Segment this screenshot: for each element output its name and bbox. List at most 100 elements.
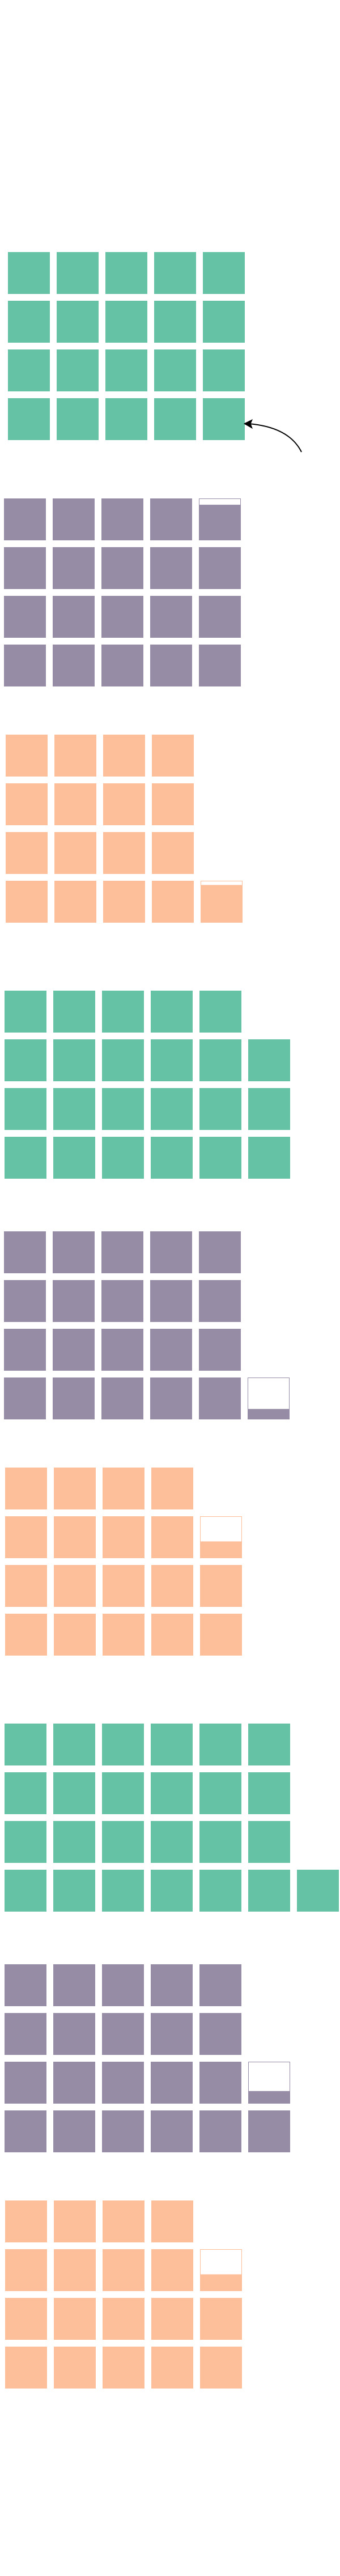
waffle-cell [151, 1516, 193, 1558]
waffle-cell [54, 783, 96, 825]
waffle-cell [102, 2062, 144, 2104]
waffle-cell [199, 2110, 241, 2152]
waffle-cell [53, 547, 95, 589]
waffle-cell [248, 1772, 290, 1814]
waffle-cell [199, 991, 241, 1033]
waffle-cell [101, 1231, 143, 1273]
waffle-cell [5, 1516, 47, 1558]
waffle-chart-5 [4, 1231, 290, 1419]
waffle-cell [53, 991, 95, 1033]
waffle-cell [151, 991, 193, 1033]
waffle-cell [203, 398, 245, 440]
waffle-cell [152, 735, 194, 777]
waffle-cell [103, 2249, 144, 2291]
waffle-cell-partial [248, 1409, 290, 1419]
waffle-cell-partial [199, 505, 241, 540]
waffle-cell [5, 991, 46, 1033]
waffle-cell [101, 645, 143, 686]
waffle-cell [53, 1231, 95, 1273]
waffle-cell-partial [200, 1541, 242, 1558]
waffle-cell [102, 2110, 144, 2152]
waffle-cell [150, 1377, 192, 1419]
waffle-cell [53, 596, 95, 638]
waffle-cell [5, 1724, 46, 1765]
waffle-cell [5, 1088, 46, 1130]
waffle-cell [57, 301, 99, 343]
waffle-cell [53, 2110, 95, 2152]
waffle-cell [199, 1964, 241, 2006]
waffle-cell [199, 1280, 241, 1322]
waffle-cell [248, 2110, 290, 2152]
waffle-cell [154, 301, 196, 343]
waffle-cell [5, 1614, 47, 1656]
waffle-cell-partial [200, 2274, 242, 2291]
curved-arrow-icon [248, 423, 302, 453]
waffle-cell [103, 2347, 144, 2389]
waffle-cell [54, 832, 96, 874]
waffle-cell [53, 1088, 95, 1130]
waffle-cell [54, 735, 96, 777]
waffle-cell [199, 596, 241, 638]
waffle-cell [151, 1137, 193, 1179]
waffle-cell [199, 1088, 241, 1130]
waffle-cell [4, 1280, 46, 1322]
waffle-cell [6, 783, 48, 825]
waffle-cell [152, 783, 194, 825]
waffle-cell [54, 1614, 96, 1656]
waffle-cell [199, 1039, 241, 1081]
waffle-cell [199, 1821, 241, 1863]
waffle-cell [152, 832, 194, 874]
waffle-cell [103, 1614, 144, 1656]
waffle-cell [150, 498, 192, 540]
waffle-cell [5, 2110, 46, 2152]
waffle-cell [103, 783, 145, 825]
waffle-cell [8, 349, 50, 391]
annotation-layer [243, 419, 302, 453]
waffle-cell [53, 1039, 95, 1081]
waffle-chart-4 [5, 991, 290, 1179]
waffle-cell [151, 1964, 193, 2006]
waffle-cell [103, 735, 145, 777]
waffle-cell [151, 1614, 193, 1656]
waffle-cell [54, 881, 96, 923]
waffle-cell [102, 1964, 144, 2006]
waffle-cell [199, 1870, 241, 1912]
waffle-cell [53, 1870, 95, 1912]
waffle-cell [57, 349, 99, 391]
waffle-cell [200, 2347, 242, 2389]
waffle-cell [199, 1329, 241, 1371]
waffle-cell [5, 1565, 47, 1607]
waffle-chart-1 [8, 252, 245, 440]
waffle-cell [53, 1280, 95, 1322]
waffle-cell [151, 1565, 193, 1607]
waffle-cell [102, 1724, 144, 1765]
waffle-cell [248, 1821, 290, 1863]
waffle-cell [151, 1724, 193, 1765]
waffle-cell [151, 1039, 193, 1081]
waffle-cell [248, 1088, 290, 1130]
waffle-cell [6, 881, 48, 923]
waffle-cell [4, 645, 46, 686]
waffle-cell [151, 1772, 193, 1814]
waffle-cell [4, 1231, 46, 1273]
waffle-cell [154, 349, 196, 391]
waffle-cell [103, 2200, 144, 2242]
waffle-cell [103, 1516, 144, 1558]
waffle-cell [103, 1468, 144, 1509]
waffle-cell [54, 1516, 96, 1558]
waffle-charts-layer [4, 252, 339, 2389]
waffle-cell [53, 1964, 95, 2006]
waffle-chart-3 [6, 735, 243, 923]
waffle-cell [101, 547, 143, 589]
waffle-cell [53, 1772, 95, 1814]
waffle-cell [151, 1088, 193, 1130]
waffle-cell [150, 1231, 192, 1273]
waffle-cell [199, 645, 241, 686]
waffle-cell [151, 2347, 193, 2389]
waffle-cell [248, 1137, 290, 1179]
waffle-cell [199, 1231, 241, 1273]
waffle-cell [105, 349, 147, 391]
waffle-cell [154, 398, 196, 440]
waffle-cell [53, 1377, 95, 1419]
waffle-cell [151, 2249, 193, 2291]
